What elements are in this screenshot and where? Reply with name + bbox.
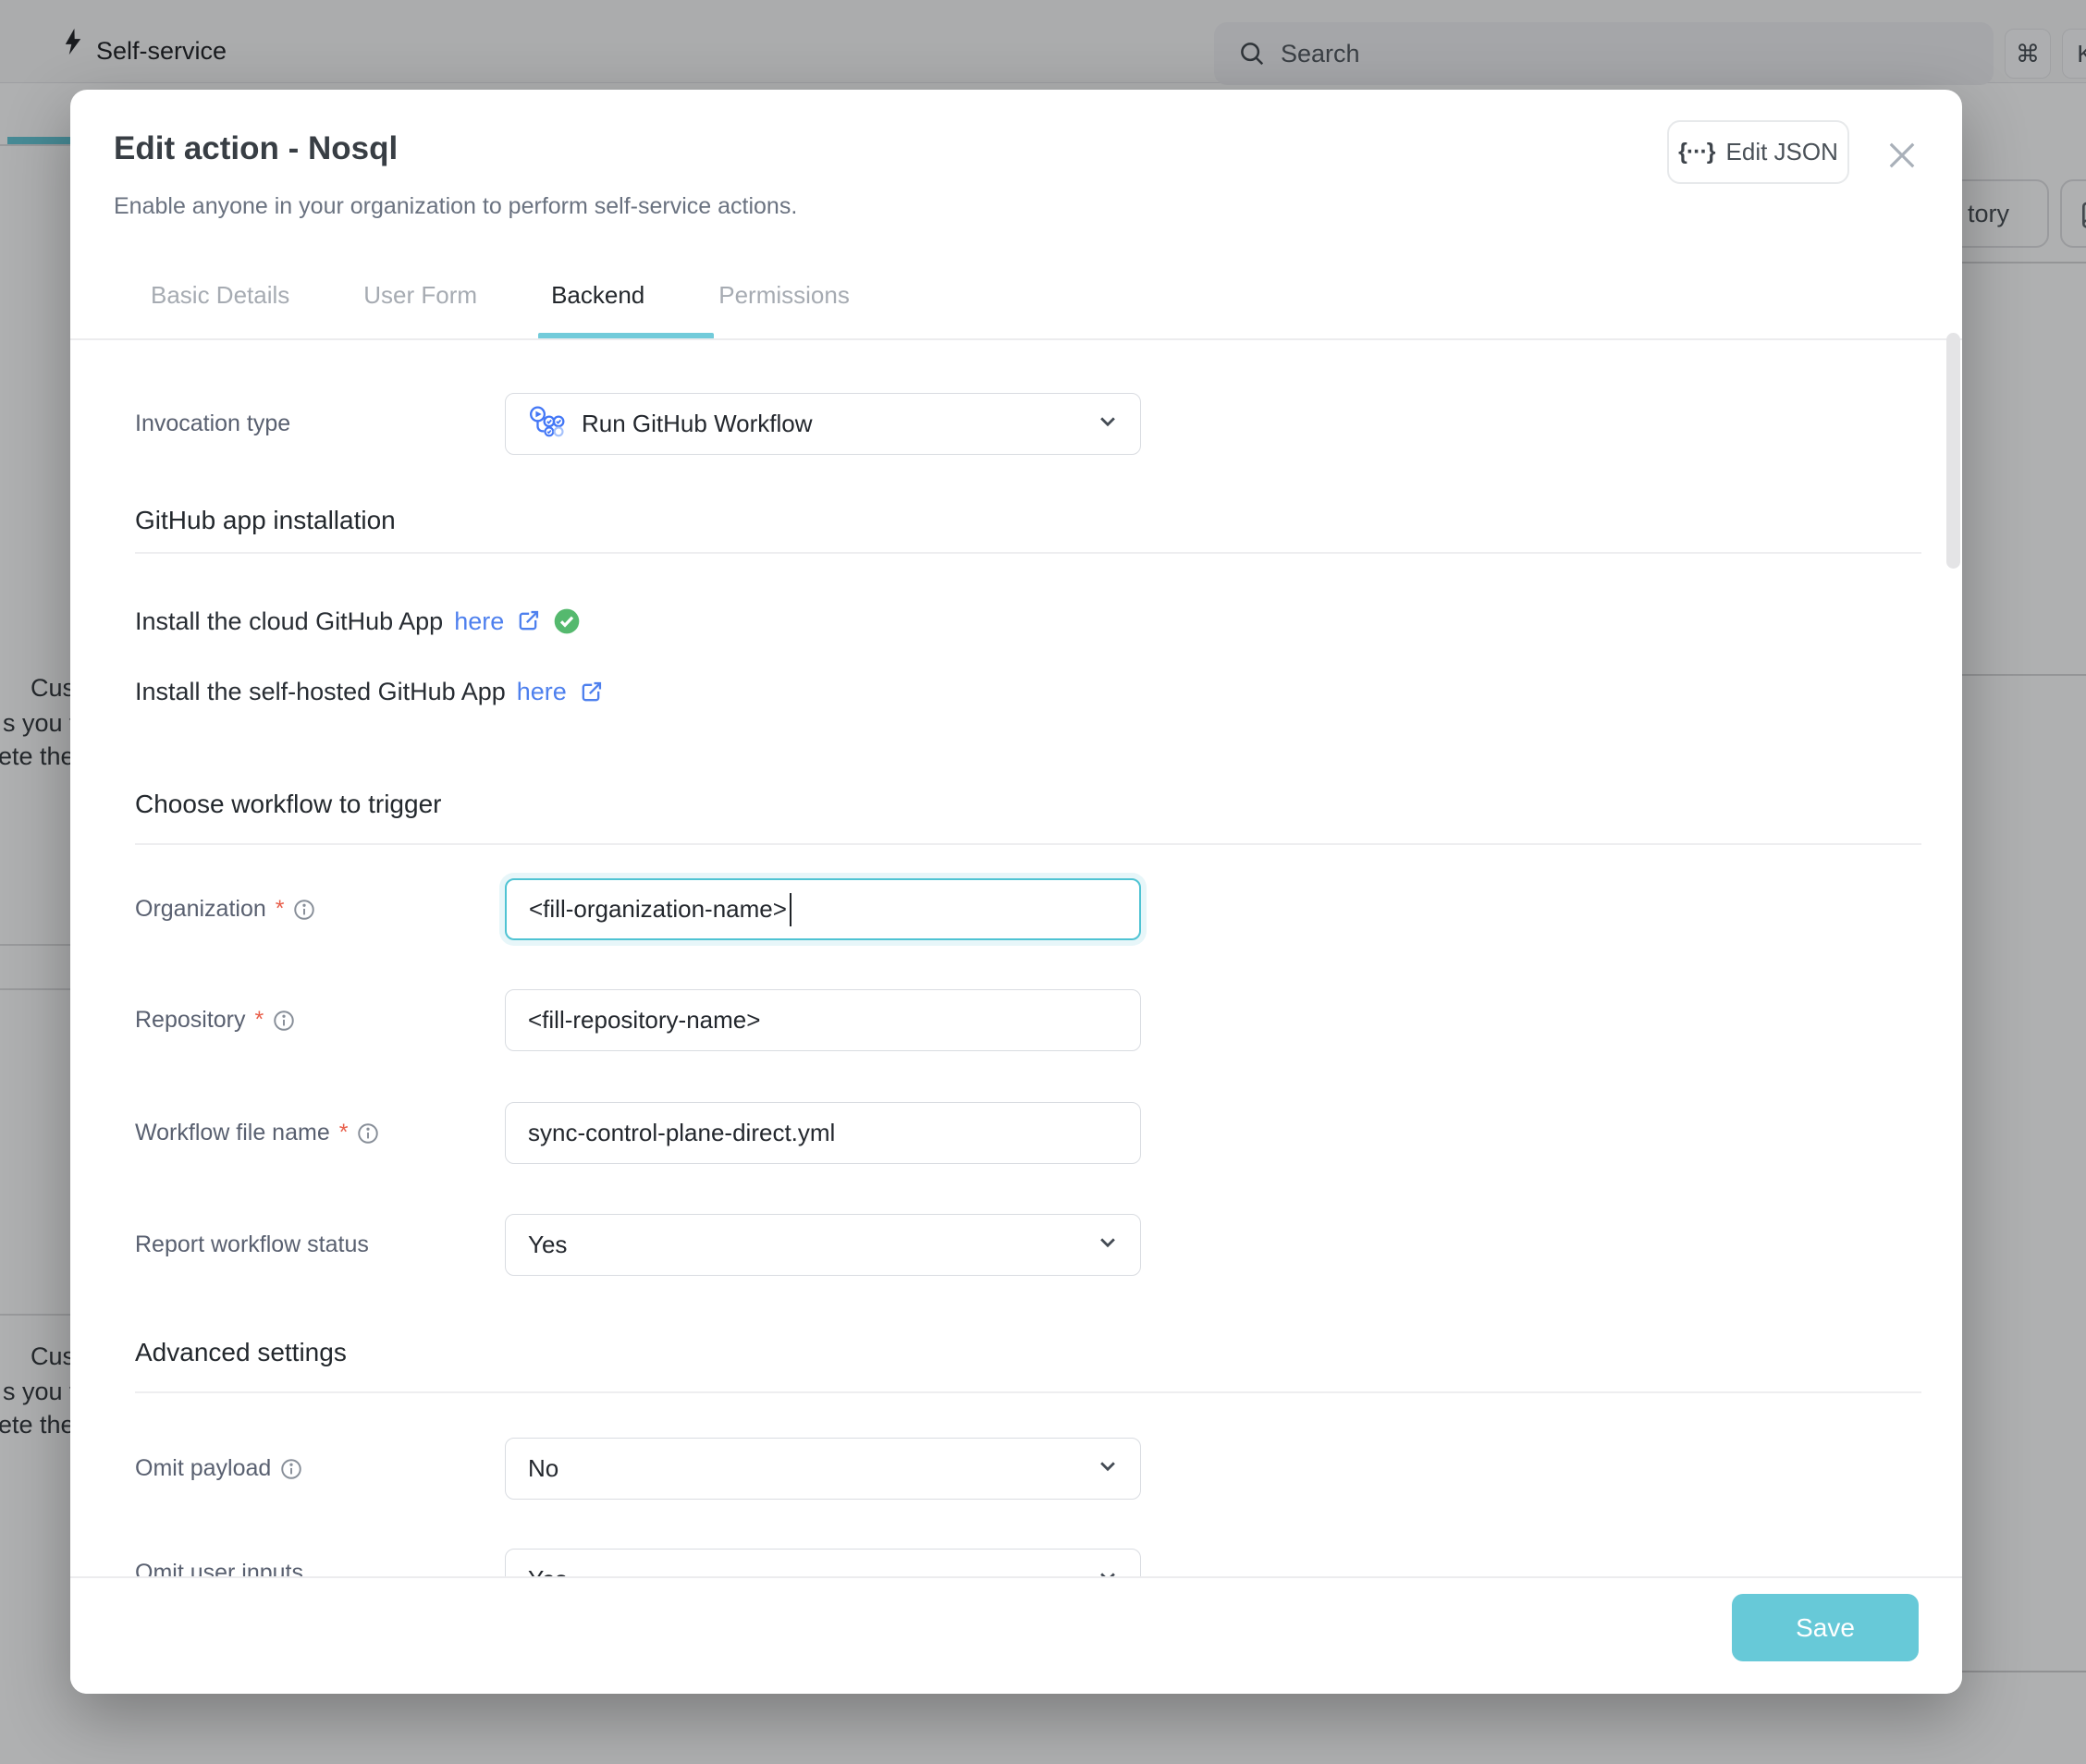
install-self-hosted-here-link[interactable]: here [517,678,567,706]
chevron-down-icon [1094,1452,1122,1486]
workflow-file-name-label: Workflow file name* [135,1120,380,1146]
tab-user-form[interactable]: User Form [363,281,477,310]
section-divider [135,552,1921,554]
external-link-icon[interactable] [578,680,604,705]
info-icon[interactable] [356,1121,380,1145]
omit-payload-select[interactable]: No [505,1438,1141,1500]
install-cloud-here-link[interactable]: here [454,607,504,636]
tab-basic-details[interactable]: Basic Details [151,281,289,310]
invocation-type-select[interactable]: Run GitHub Workflow [505,393,1141,455]
section-divider [135,843,1921,845]
tabs-divider [70,338,1962,340]
close-icon[interactable] [1883,136,1921,175]
tab-backend[interactable]: Backend [551,281,644,310]
modal-footer: Save [70,1576,1962,1694]
json-braces-icon: {···} [1678,139,1714,165]
modal-scrollbar-thumb[interactable] [1946,333,1960,569]
section-divider [135,1391,1921,1393]
modal-subtitle: Enable anyone in your organization to pe… [114,193,797,220]
github-workflow-icon [528,405,567,444]
save-button[interactable]: Save [1732,1594,1919,1661]
edit-action-modal: Edit action - Nosql Enable anyone in you… [70,90,1962,1694]
invocation-type-label: Invocation type [135,410,290,437]
info-icon[interactable] [279,1457,303,1481]
report-workflow-status-select[interactable]: Yes [505,1214,1141,1276]
organization-label: Organization* [135,896,316,923]
info-icon[interactable] [272,1009,296,1033]
report-workflow-status-label: Report workflow status [135,1231,369,1258]
chevron-down-icon [1094,407,1122,441]
installed-check-icon [552,606,582,636]
repository-input[interactable] [505,989,1141,1051]
section-github-app-installation: GitHub app installation [135,506,396,535]
text-cursor [790,893,792,926]
chevron-down-icon [1094,1228,1122,1262]
section-choose-workflow: Choose workflow to trigger [135,790,441,819]
modal-title: Edit action - Nosql [114,130,398,167]
edit-json-button[interactable]: {···} Edit JSON [1667,120,1849,184]
external-link-icon[interactable] [515,608,541,634]
organization-input[interactable]: <fill-organization-name> [505,878,1141,940]
install-self-hosted-github-app-row: Install the self-hosted GitHub App here [135,678,604,706]
omit-payload-label: Omit payload [135,1455,303,1482]
modal-tabs: Basic Details User Form Backend Permissi… [151,281,850,310]
tab-permissions[interactable]: Permissions [718,281,850,310]
repository-label: Repository* [135,1007,296,1034]
info-icon[interactable] [292,898,316,922]
workflow-file-name-input[interactable] [505,1102,1141,1164]
install-cloud-github-app-row: Install the cloud GitHub App here [135,606,582,636]
section-advanced-settings: Advanced settings [135,1338,347,1367]
